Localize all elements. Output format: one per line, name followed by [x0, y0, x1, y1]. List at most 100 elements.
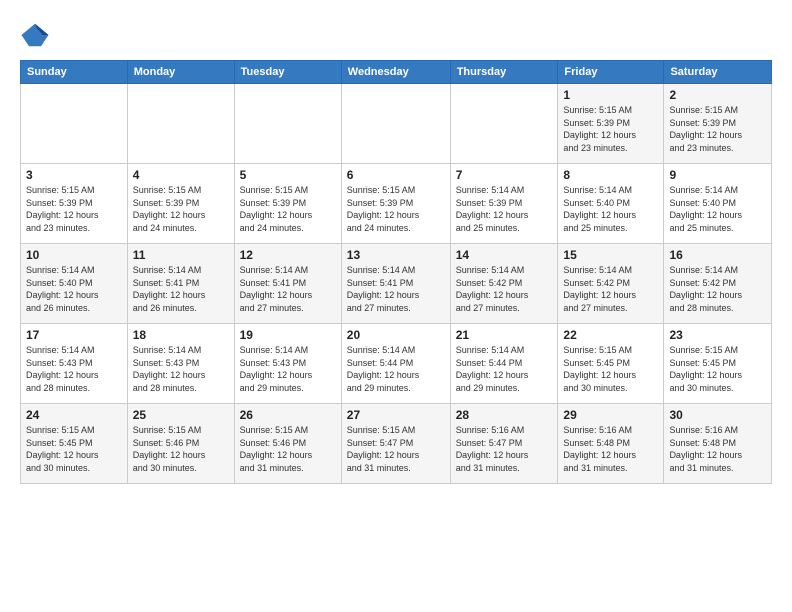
weekday-header: Friday	[558, 61, 664, 84]
calendar-cell: 25 Sunrise: 5:15 AM Sunset: 5:46 PM Dayli…	[127, 404, 234, 484]
day-number: 9	[669, 168, 766, 182]
calendar-cell: 14 Sunrise: 5:14 AM Sunset: 5:42 PM Dayli…	[450, 244, 558, 324]
day-number: 8	[563, 168, 658, 182]
calendar-cell: 3Sunrise: 5:15 AM Sunset: 5:39 PM Daylig…	[21, 164, 128, 244]
calendar-cell: 20 Sunrise: 5:14 AM Sunset: 5:44 PM Dayli…	[341, 324, 450, 404]
day-number: 14	[456, 248, 553, 262]
day-info: Sunrise: 5:14 AM Sunset: 5:44 PM Dayligh…	[347, 344, 445, 394]
day-info: Sunrise: 5:14 AM Sunset: 5:40 PM Dayligh…	[563, 184, 658, 234]
day-number: 11	[133, 248, 229, 262]
day-info: Sunrise: 5:14 AM Sunset: 5:41 PM Dayligh…	[240, 264, 336, 314]
calendar-cell: 10 Sunrise: 5:14 AM Sunset: 5:40 PM Dayli…	[21, 244, 128, 324]
calendar-week-row: 10 Sunrise: 5:14 AM Sunset: 5:40 PM Dayli…	[21, 244, 772, 324]
day-number: 29	[563, 408, 658, 422]
day-info: Sunrise: 5:14 AM Sunset: 5:40 PM Dayligh…	[669, 184, 766, 234]
calendar-cell: 8 Sunrise: 5:14 AM Sunset: 5:40 PM Daylig…	[558, 164, 664, 244]
day-info: Sunrise: 5:14 AM Sunset: 5:41 PM Dayligh…	[347, 264, 445, 314]
day-number: 28	[456, 408, 553, 422]
calendar-cell: 22 Sunrise: 5:15 AM Sunset: 5:45 PM Dayli…	[558, 324, 664, 404]
calendar-table: SundayMondayTuesdayWednesdayThursdayFrid…	[20, 60, 772, 484]
calendar-cell: 24Sunrise: 5:15 AM Sunset: 5:45 PM Dayli…	[21, 404, 128, 484]
calendar-cell: 2 Sunrise: 5:15 AM Sunset: 5:39 PM Daylig…	[664, 84, 772, 164]
day-number: 16	[669, 248, 766, 262]
calendar-cell	[127, 84, 234, 164]
day-info: Sunrise: 5:15 AM Sunset: 5:39 PM Dayligh…	[563, 104, 658, 154]
logo	[20, 20, 54, 50]
calendar-cell: 5Sunrise: 5:15 AM Sunset: 5:39 PM Daylig…	[234, 164, 341, 244]
day-info: Sunrise: 5:14 AM Sunset: 5:42 PM Dayligh…	[669, 264, 766, 314]
day-info: Sunrise: 5:16 AM Sunset: 5:47 PM Dayligh…	[456, 424, 553, 474]
page-header	[20, 20, 772, 50]
calendar-cell: 19Sunrise: 5:14 AM Sunset: 5:43 PM Dayli…	[234, 324, 341, 404]
calendar-cell	[450, 84, 558, 164]
calendar-cell: 11 Sunrise: 5:14 AM Sunset: 5:41 PM Dayli…	[127, 244, 234, 324]
day-info: Sunrise: 5:14 AM Sunset: 5:43 PM Dayligh…	[133, 344, 229, 394]
calendar-cell	[234, 84, 341, 164]
calendar-cell: 4 Sunrise: 5:15 AM Sunset: 5:39 PM Daylig…	[127, 164, 234, 244]
calendar-cell: 28 Sunrise: 5:16 AM Sunset: 5:47 PM Dayli…	[450, 404, 558, 484]
day-number: 25	[133, 408, 229, 422]
day-number: 17	[26, 328, 122, 342]
day-info: Sunrise: 5:14 AM Sunset: 5:43 PM Dayligh…	[26, 344, 122, 394]
day-number: 12	[240, 248, 336, 262]
calendar-cell: 13 Sunrise: 5:14 AM Sunset: 5:41 PM Dayli…	[341, 244, 450, 324]
calendar-cell: 27 Sunrise: 5:15 AM Sunset: 5:47 PM Dayli…	[341, 404, 450, 484]
calendar-cell: 29 Sunrise: 5:16 AM Sunset: 5:48 PM Dayli…	[558, 404, 664, 484]
day-info: Sunrise: 5:15 AM Sunset: 5:39 PM Dayligh…	[669, 104, 766, 154]
day-number: 7	[456, 168, 553, 182]
day-info: Sunrise: 5:14 AM Sunset: 5:40 PM Dayligh…	[26, 264, 122, 314]
calendar-cell: 15Sunrise: 5:14 AM Sunset: 5:42 PM Dayli…	[558, 244, 664, 324]
day-number: 4	[133, 168, 229, 182]
day-number: 18	[133, 328, 229, 342]
logo-icon	[20, 20, 50, 50]
weekday-header: Saturday	[664, 61, 772, 84]
calendar-week-row: 24Sunrise: 5:15 AM Sunset: 5:45 PM Dayli…	[21, 404, 772, 484]
calendar-cell: 16 Sunrise: 5:14 AM Sunset: 5:42 PM Dayli…	[664, 244, 772, 324]
day-number: 22	[563, 328, 658, 342]
day-info: Sunrise: 5:14 AM Sunset: 5:43 PM Dayligh…	[240, 344, 336, 394]
day-number: 26	[240, 408, 336, 422]
calendar-week-row: 1 Sunrise: 5:15 AM Sunset: 5:39 PM Daylig…	[21, 84, 772, 164]
day-number: 20	[347, 328, 445, 342]
weekday-header: Monday	[127, 61, 234, 84]
day-number: 21	[456, 328, 553, 342]
day-number: 1	[563, 88, 658, 102]
calendar-cell: 1 Sunrise: 5:15 AM Sunset: 5:39 PM Daylig…	[558, 84, 664, 164]
day-info: Sunrise: 5:14 AM Sunset: 5:41 PM Dayligh…	[133, 264, 229, 314]
day-number: 3	[26, 168, 122, 182]
day-number: 13	[347, 248, 445, 262]
day-number: 5	[240, 168, 336, 182]
day-number: 23	[669, 328, 766, 342]
day-number: 2	[669, 88, 766, 102]
day-info: Sunrise: 5:15 AM Sunset: 5:45 PM Dayligh…	[669, 344, 766, 394]
weekday-header: Wednesday	[341, 61, 450, 84]
day-info: Sunrise: 5:15 AM Sunset: 5:46 PM Dayligh…	[240, 424, 336, 474]
day-info: Sunrise: 5:14 AM Sunset: 5:39 PM Dayligh…	[456, 184, 553, 234]
weekday-header: Tuesday	[234, 61, 341, 84]
calendar-cell: 12 Sunrise: 5:14 AM Sunset: 5:41 PM Dayli…	[234, 244, 341, 324]
day-number: 30	[669, 408, 766, 422]
calendar-week-row: 3 Sunrise: 5:15 AM Sunset: 5:39 PM Daylig…	[21, 164, 772, 244]
calendar-cell: 21 Sunrise: 5:14 AM Sunset: 5:44 PM Dayli…	[450, 324, 558, 404]
calendar-cell: 18 Sunrise: 5:14 AM Sunset: 5:43 PM Dayli…	[127, 324, 234, 404]
day-info: Sunrise: 5:16 AM Sunset: 5:48 PM Dayligh…	[669, 424, 766, 474]
calendar-cell: 17 Sunrise: 5:14 AM Sunset: 5:43 PM Dayli…	[21, 324, 128, 404]
weekday-header-row: SundayMondayTuesdayWednesdayThursdayFrid…	[21, 61, 772, 84]
day-info: Sunrise: 5:15 AM Sunset: 5:47 PM Dayligh…	[347, 424, 445, 474]
calendar-cell: 23 Sunrise: 5:15 AM Sunset: 5:45 PM Dayli…	[664, 324, 772, 404]
day-info: Sunrise: 5:14 AM Sunset: 5:44 PM Dayligh…	[456, 344, 553, 394]
day-info: Sunrise: 5:15 AM Sunset: 5:45 PM Dayligh…	[563, 344, 658, 394]
day-info: Sunrise: 5:14 AM Sunset: 5:42 PM Dayligh…	[456, 264, 553, 314]
calendar-cell: 7 Sunrise: 5:14 AM Sunset: 5:39 PM Daylig…	[450, 164, 558, 244]
calendar-cell	[21, 84, 128, 164]
day-info: Sunrise: 5:15 AM Sunset: 5:39 PM Dayligh…	[133, 184, 229, 234]
day-number: 10	[26, 248, 122, 262]
day-number: 24	[26, 408, 122, 422]
day-info: Sunrise: 5:15 AM Sunset: 5:46 PM Dayligh…	[133, 424, 229, 474]
day-info: Sunrise: 5:16 AM Sunset: 5:48 PM Dayligh…	[563, 424, 658, 474]
day-number: 15	[563, 248, 658, 262]
weekday-header: Sunday	[21, 61, 128, 84]
day-number: 27	[347, 408, 445, 422]
day-info: Sunrise: 5:15 AM Sunset: 5:39 PM Dayligh…	[347, 184, 445, 234]
calendar-week-row: 17 Sunrise: 5:14 AM Sunset: 5:43 PM Dayli…	[21, 324, 772, 404]
